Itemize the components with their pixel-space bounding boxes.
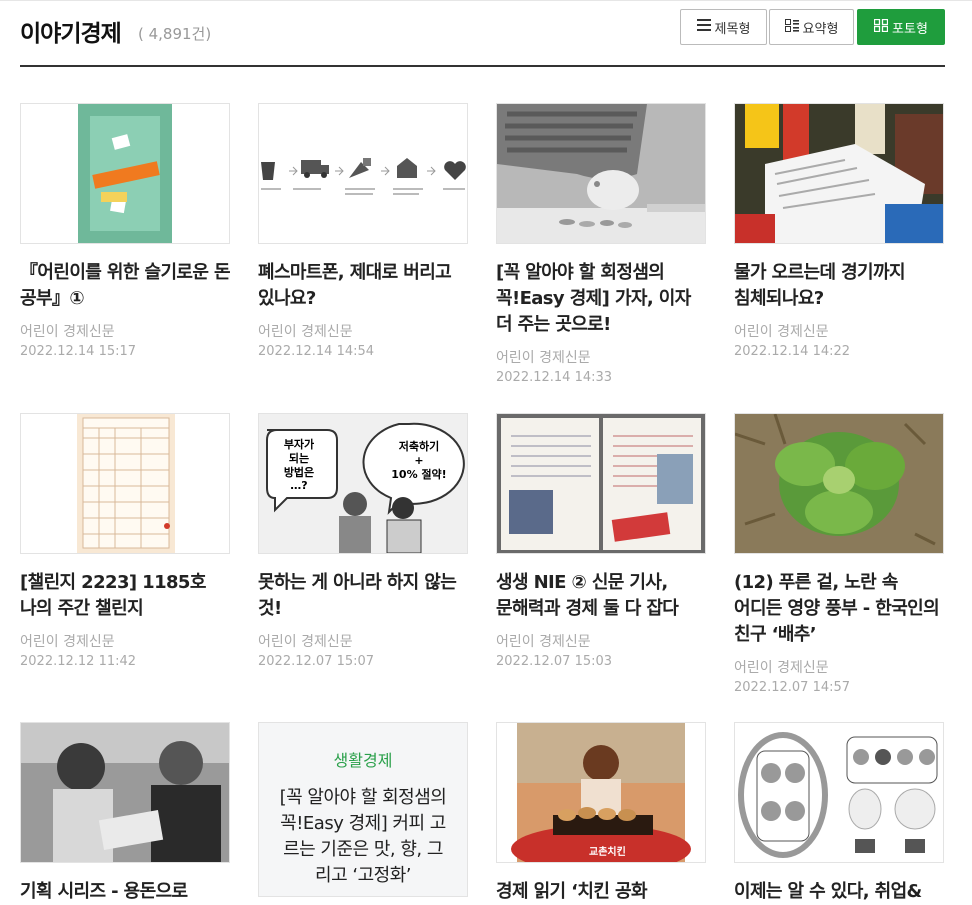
receipt-groceries-image[interactable] — [734, 103, 944, 244]
article-card[interactable]: [챌린지 2223] 1185호 나의 주간 챌린지 어린이 경제신문 2022… — [20, 413, 230, 671]
article-title[interactable]: 이제는 알 수 있다, 취업& — [734, 879, 944, 905]
article-title[interactable]: [챌린지 2223] 1185호 나의 주간 챌린지 — [20, 570, 230, 622]
bubble-text: 저축하기 — [399, 439, 439, 453]
article-title[interactable]: 물가 오르는데 경기까지 침체되나요? — [734, 260, 944, 312]
article-card[interactable]: 물가 오르는데 경기까지 침체되나요? 어린이 경제신문 2022.12.14 … — [734, 103, 944, 361]
bubble-text: 10% 절약! — [391, 467, 446, 481]
article-card[interactable]: 생생 NIE ② 신문 기사, 문해력과 경제 둘 다 잡다 어린이 경제신문 … — [496, 413, 706, 671]
article-date: 2022.12.14 14:22 — [734, 344, 851, 359]
recycle-process-image[interactable] — [258, 103, 468, 244]
article-title[interactable]: 『어린이를 위한 슬기로운 돈 공부』① — [20, 260, 231, 312]
worksheet-image[interactable] — [20, 413, 230, 554]
article-card[interactable]: 부자가 되는 방법은 …? 저축하기 + 10% 절약! 못하는 게 아니라 하… — [258, 413, 468, 671]
article-date: 2022.12.14 15:17 — [20, 344, 137, 359]
article-source: 어린이 경제신문 — [734, 324, 829, 340]
bubble-text: 부자가 — [284, 437, 314, 451]
diagram-image[interactable] — [734, 722, 944, 863]
kids-building-image[interactable] — [20, 722, 230, 863]
text-thumbnail[interactable]: 생활경제 [꼭 알아야 할 회정샘의 꼭!Easy 경제] 커피 고르는 기준은… — [258, 722, 468, 897]
article-title[interactable]: 기획 시리즈 - 용돈으로 — [20, 879, 230, 905]
bubble-text: 방법은 — [284, 465, 314, 479]
article-card[interactable]: (12) 푸른 겉, 노란 속 어디든 영양 풍부 - 한국인의 친구 ‘배추’… — [734, 413, 944, 697]
cabbage-image[interactable] — [734, 413, 944, 554]
article-title[interactable]: 폐스마트폰, 제대로 버리고 있나요? — [258, 260, 468, 312]
article-source: 어린이 경제신문 — [496, 634, 591, 650]
board-game-image[interactable] — [20, 103, 230, 244]
article-source: 어린이 경제신문 — [496, 350, 591, 366]
article-card[interactable]: 『어린이를 위한 슬기로운 돈 공부』① 어린이 경제신문 2022.12.14… — [20, 103, 231, 361]
bubble-text: + — [414, 454, 423, 467]
view-summary-label: 요약형 — [802, 21, 839, 37]
article-date: 2022.12.14 14:54 — [258, 344, 375, 359]
view-list-button[interactable]: 제목형 — [680, 9, 767, 45]
cartoon-image[interactable]: 부자가 되는 방법은 …? 저축하기 + 10% 절약! — [258, 413, 468, 554]
article-title[interactable]: 경제 읽기 ‘치킨 공화 — [496, 879, 706, 905]
logo-text: 교촌치킨 — [589, 845, 626, 858]
article-source: 어린이 경제신문 — [20, 634, 115, 650]
view-list-label: 제목형 — [714, 21, 751, 37]
summary-icon — [784, 18, 799, 36]
view-summary-button[interactable]: 요약형 — [769, 9, 854, 45]
thumbnail-title: [꼭 알아야 할 회정샘의 꼭!Easy 경제] 커피 고르는 기준은 맛, 향… — [279, 787, 447, 886]
view-photo-button[interactable]: 포토형 — [857, 9, 945, 45]
article-card[interactable]: [꼭 알아야 할 회정샘의 꼭!Easy 경제] 가자, 이자 더 주는 곳으로… — [496, 103, 706, 387]
article-count: ( 4,891건) — [138, 25, 212, 43]
article-card[interactable]: 생활경제 [꼭 알아야 할 회정샘의 꼭!Easy 경제] 커피 고르는 기준은… — [258, 722, 468, 897]
article-date: 2022.12.07 15:03 — [496, 654, 613, 669]
chicken-ad-image[interactable]: 교촌치킨 — [496, 722, 706, 863]
article-source: 어린이 경제신문 — [734, 660, 829, 676]
article-source: 어린이 경제신문 — [258, 634, 353, 650]
piggy-bank-image[interactable] — [496, 103, 706, 244]
article-source: 어린이 경제신문 — [20, 324, 115, 340]
article-card[interactable]: 교촌치킨 경제 읽기 ‘치킨 공화 — [496, 722, 706, 905]
thumbnail-category: 생활경제 — [333, 751, 393, 770]
article-card[interactable]: 이제는 알 수 있다, 취업& — [734, 722, 944, 905]
article-date: 2022.12.07 15:07 — [258, 654, 375, 669]
article-title[interactable]: (12) 푸른 겉, 노란 속 어디든 영양 풍부 - 한국인의 친구 ‘배추’ — [734, 570, 944, 648]
article-card[interactable]: 폐스마트폰, 제대로 버리고 있나요? 어린이 경제신문 2022.12.14 … — [258, 103, 468, 361]
article-date: 2022.12.14 14:33 — [496, 370, 613, 385]
page-title: 이야기경제 — [20, 21, 122, 47]
notebook-image[interactable] — [496, 413, 706, 554]
article-title[interactable]: 생생 NIE ② 신문 기사, 문해력과 경제 둘 다 잡다 — [496, 570, 706, 622]
article-source: 어린이 경제신문 — [258, 324, 353, 340]
bubble-text: …? — [290, 479, 307, 492]
view-photo-label: 포토형 — [892, 21, 928, 37]
list-icon — [696, 19, 711, 35]
article-date: 2022.12.12 11:42 — [20, 654, 137, 669]
grid-icon — [873, 18, 889, 36]
bubble-text: 되는 — [289, 451, 309, 465]
article-title[interactable]: [꼭 알아야 할 회정샘의 꼭!Easy 경제] 가자, 이자 더 주는 곳으로… — [496, 260, 706, 338]
article-title[interactable]: 못하는 게 아니라 하지 않는 것! — [258, 570, 468, 622]
page-header: 이야기경제 ( 4,891건) 제목형 요약형 포토형 — [20, 1, 945, 67]
article-card[interactable]: 기획 시리즈 - 용돈으로 — [20, 722, 230, 905]
article-date: 2022.12.07 14:57 — [734, 680, 851, 695]
